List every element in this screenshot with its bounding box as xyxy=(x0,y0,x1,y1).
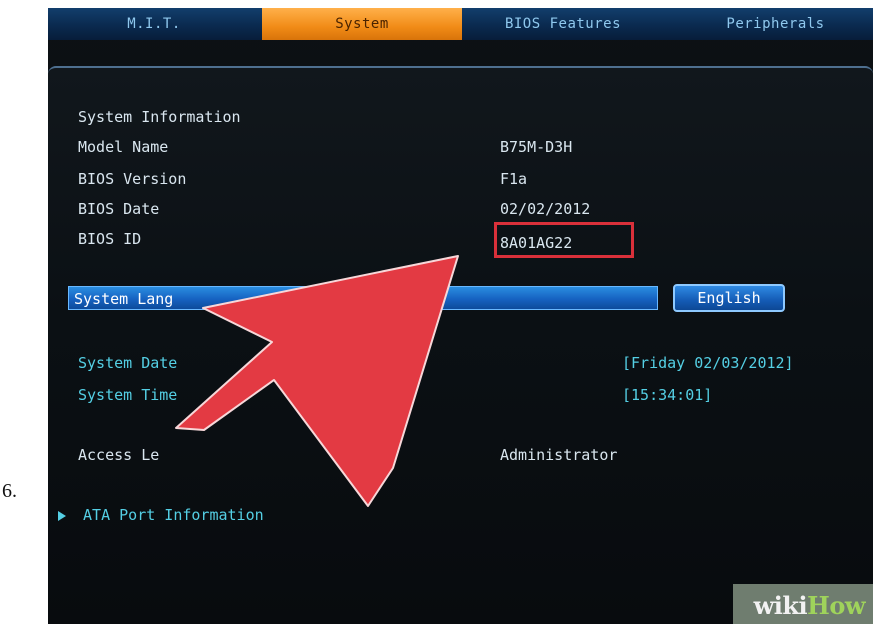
play-triangle-icon xyxy=(58,511,66,521)
bios-date-label: BIOS Date xyxy=(78,200,160,218)
step-number: 6. xyxy=(2,480,17,502)
tab-bios-features[interactable]: BIOS Features xyxy=(468,8,658,40)
system-information-title: System Information xyxy=(78,108,241,126)
system-time-label[interactable]: System Time xyxy=(78,386,177,404)
bios-id-label: BIOS ID xyxy=(78,230,142,248)
tab-mit[interactable]: M.I.T. xyxy=(48,8,260,40)
watermark-text: wikiHow xyxy=(753,591,866,620)
bios-date-value: 02/02/2012 xyxy=(500,200,591,218)
bios-version-label: BIOS Version xyxy=(78,170,187,188)
access-level-value: Administrator xyxy=(500,446,618,464)
system-date-field[interactable]: [Friday 02/03/2012] xyxy=(622,354,794,372)
tab-bar: M.I.T. System BIOS Features Peripherals xyxy=(48,8,873,40)
content-panel xyxy=(48,66,873,624)
bios-id-value: 8A01AG22 xyxy=(500,234,573,252)
ata-port-information-item[interactable]: ATA Port Information xyxy=(58,506,264,524)
model-name-value: B75M-D3H xyxy=(500,138,573,156)
system-language-label: System Lang xyxy=(74,290,174,308)
language-value-button[interactable]: English xyxy=(673,284,785,312)
model-name-label: Model Name xyxy=(78,138,169,156)
bios-screen: M.I.T. System BIOS Features Peripherals … xyxy=(48,8,873,624)
tab-peripherals[interactable]: Peripherals xyxy=(678,8,873,40)
tab-system[interactable]: System xyxy=(262,8,462,40)
bios-version-value: F1a xyxy=(500,170,528,188)
wikihow-watermark: wikiHow xyxy=(693,584,873,624)
access-level-label: Access Le xyxy=(78,446,160,464)
ata-port-information-label: ATA Port Information xyxy=(83,506,264,524)
system-date-label[interactable]: System Date xyxy=(78,354,177,372)
system-time-field[interactable]: [15:34:01] xyxy=(622,386,712,404)
